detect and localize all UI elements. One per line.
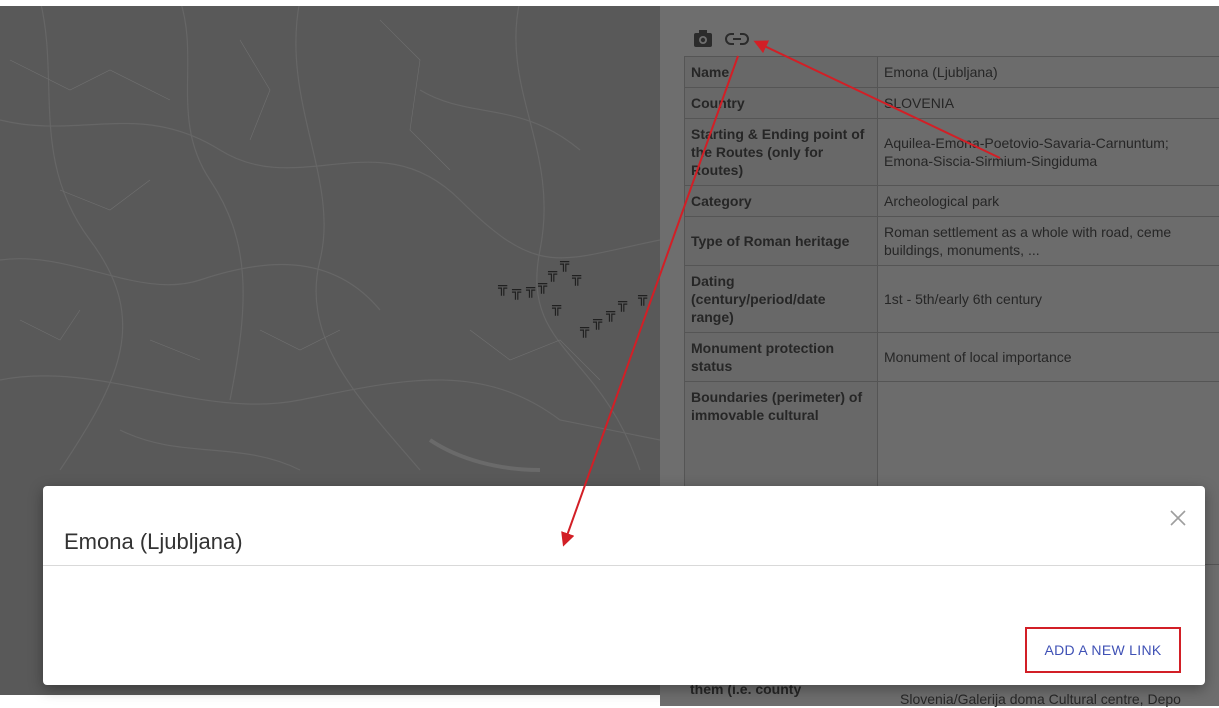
svg-text:╦: ╦ <box>559 254 570 272</box>
panel-toolbar <box>690 24 750 54</box>
partial-row-value: Slovenia/Galerija doma Cultural centre, … <box>900 690 1181 708</box>
svg-text:╦: ╦ <box>547 264 558 282</box>
svg-text:╦: ╦ <box>497 278 508 296</box>
svg-text:╦: ╦ <box>605 304 616 322</box>
svg-text:╦: ╦ <box>617 294 628 312</box>
svg-text:╦: ╦ <box>525 280 536 298</box>
camera-icon[interactable] <box>690 26 716 52</box>
close-icon[interactable] <box>1166 506 1190 530</box>
table-row: NameEmona (Ljubljana) <box>685 57 1219 88</box>
svg-text:╦: ╦ <box>551 298 562 316</box>
row-key: Type of Roman heritage <box>685 217 878 266</box>
row-value: Roman settlement as a whole with road, c… <box>878 217 1219 266</box>
add-link-dialog: Emona (Ljubljana) ADD A NEW LINK <box>43 486 1205 685</box>
dialog-divider <box>43 565 1205 566</box>
svg-text:╦: ╦ <box>592 312 603 330</box>
row-value: Emona (Ljubljana) <box>878 57 1219 88</box>
table-row: Monument protection statusMonument of lo… <box>685 333 1219 382</box>
row-key: Monument protection status <box>685 333 878 382</box>
row-key: Category <box>685 186 878 217</box>
row-value: SLOVENIA <box>878 88 1219 119</box>
row-value: 1st - 5th/early 6th century <box>878 266 1219 333</box>
link-icon[interactable] <box>724 26 750 52</box>
monument-markers: ╦ ╦ ╦ ╦ ╦ ╦ ╦ ╦ ╦ ╦ ╦ ╦ ╦ <box>497 254 648 338</box>
table-row: Starting & Ending point of the Routes (o… <box>685 119 1219 186</box>
svg-text:╦: ╦ <box>637 288 648 306</box>
dialog-title: Emona (Ljubljana) <box>64 529 243 555</box>
row-key: Name <box>685 57 878 88</box>
svg-text:╦: ╦ <box>511 282 522 300</box>
row-value: Monument of local importance <box>878 333 1219 382</box>
row-key: Dating (century/period/date range) <box>685 266 878 333</box>
table-row: CountrySLOVENIA <box>685 88 1219 119</box>
svg-text:╦: ╦ <box>571 268 582 286</box>
svg-text:╦: ╦ <box>579 320 590 338</box>
row-key: Starting & Ending point of the Routes (o… <box>685 119 878 186</box>
table-row: Type of Roman heritageRoman settlement a… <box>685 217 1219 266</box>
row-value: Aquilea-Emona-Poetovio-Savaria-Carnuntum… <box>878 119 1219 186</box>
table-row: Dating (century/period/date range)1st - … <box>685 266 1219 333</box>
svg-text:╦: ╦ <box>537 276 548 294</box>
row-value: Archeological park <box>878 186 1219 217</box>
add-new-link-button[interactable]: ADD A NEW LINK <box>1025 627 1181 673</box>
row-key: Country <box>685 88 878 119</box>
table-row: CategoryArcheological park <box>685 186 1219 217</box>
